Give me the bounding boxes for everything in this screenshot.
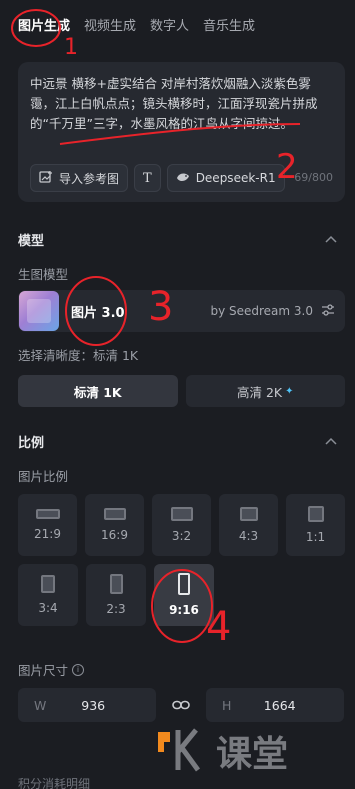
ratio-grid: 21:9 16:9 3:2 4:3 1:1 3:4 2:3 9:16 xyxy=(18,494,345,634)
ratio-1-1-shape xyxy=(307,506,324,522)
ratio-option-4-3[interactable]: 4:3 xyxy=(219,494,278,556)
ratio-2-3-shape xyxy=(109,574,123,594)
text-tool-icon: T xyxy=(143,170,152,186)
settings-sliders-icon[interactable] xyxy=(321,303,335,319)
tab-music-generation[interactable]: 音乐生成 xyxy=(203,15,255,34)
ratio-9-16-label: 9:16 xyxy=(169,603,199,617)
width-axis-label: W xyxy=(34,697,47,713)
ratio-9-16-shape xyxy=(178,573,190,595)
resolution-options: 标清 1K 高清 2K ✦ xyxy=(18,375,345,407)
ratio-row: 3:4 2:3 9:16 xyxy=(18,564,345,626)
watermark-logo: 课堂 xyxy=(158,724,348,784)
image-upload-icon xyxy=(39,170,53,187)
link-icon[interactable] xyxy=(168,700,194,710)
prompt-toolbar: 导入参考图 T Deepseek-R1 xyxy=(30,164,285,192)
ratio-option-16-9[interactable]: 16:9 xyxy=(85,494,144,556)
points-detail-link[interactable]: 积分消耗明细 xyxy=(18,775,90,789)
ratio-3-4-label: 3:4 xyxy=(38,601,58,615)
height-input[interactable]: H 1664 xyxy=(206,688,344,722)
mode-tabs: 图片生成 视频生成 数字人 音乐生成 xyxy=(0,0,355,48)
ratio-1-1-label: 1:1 xyxy=(305,530,326,544)
deepseek-model-label: Deepseek-R1 xyxy=(195,171,276,185)
ratio-sub-label: 图片比例 xyxy=(18,469,69,484)
ratio-3-2-label: 3:2 xyxy=(171,529,192,543)
prompt-card: 中远景 横移+虚实结合 对岸村落炊烟融入淡紫色雾霭，江上白帆点点；镜头横移时，江… xyxy=(18,62,345,202)
resolution-1k-label: 标清 1K xyxy=(73,384,122,400)
ratio-16-9-shape xyxy=(103,508,126,520)
deepseek-whale-icon xyxy=(176,171,190,186)
model-provider: by Seedream 3.0 xyxy=(210,303,335,319)
sparkle-icon: ✦ xyxy=(285,385,294,397)
chevron-up-icon xyxy=(325,233,337,246)
model-name: 图片 3.0 xyxy=(71,305,125,321)
model-section-title: 模型 xyxy=(18,234,45,249)
ratio-3-4-shape xyxy=(41,575,55,593)
ratio-4-3-shape xyxy=(239,507,258,521)
model-sub-label: 生图模型 xyxy=(18,267,69,282)
ratio-option-3-2[interactable]: 3:2 xyxy=(152,494,211,556)
width-value: 936 xyxy=(81,697,106,713)
ratio-option-2-3[interactable]: 2:3 xyxy=(86,564,146,626)
ratio-2-3-label: 2:3 xyxy=(106,602,126,616)
resolution-2k-label: 高清 2K xyxy=(236,384,283,400)
char-counter: 69/800 xyxy=(294,171,333,184)
ratio-row: 21:9 16:9 3:2 4:3 1:1 xyxy=(18,494,345,556)
ratio-3-2-shape xyxy=(170,507,193,521)
model-provider-label: by Seedream 3.0 xyxy=(210,304,313,318)
height-value: 1664 xyxy=(263,697,296,713)
ratio-4-3-label: 4:3 xyxy=(238,529,259,543)
ratio-21-9-label: 21:9 xyxy=(34,527,61,541)
ratio-16-9-label: 16:9 xyxy=(101,528,128,542)
text-tool-button[interactable]: T xyxy=(134,164,161,192)
ratio-option-1-1[interactable]: 1:1 xyxy=(286,494,345,556)
upload-reference-label: 导入参考图 xyxy=(59,171,120,186)
resolution-option-2k[interactable]: 高清 2K ✦ xyxy=(185,375,345,407)
size-inputs: W 936 H 1664 xyxy=(18,688,345,722)
prompt-input[interactable]: 中远景 横移+虚实结合 对岸村落炊烟融入淡紫色雾霭，江上白帆点点；镜头横移时，江… xyxy=(30,74,333,134)
size-label-row: 图片尺寸 i xyxy=(18,660,85,679)
height-axis-label: H xyxy=(222,697,232,713)
upload-reference-button[interactable]: 导入参考图 xyxy=(30,164,129,192)
ratio-section-header[interactable]: 比例 xyxy=(18,432,337,451)
ratio-21-9-shape xyxy=(35,509,60,519)
tab-image-generation[interactable]: 图片生成 xyxy=(18,15,70,34)
size-label: 图片尺寸 xyxy=(18,663,69,678)
tab-video-generation[interactable]: 视频生成 xyxy=(84,15,136,34)
ratio-option-9-16[interactable]: 9:16 xyxy=(154,564,214,626)
ratio-section-title: 比例 xyxy=(18,436,45,451)
ratio-option-21-9[interactable]: 21:9 xyxy=(18,494,77,556)
watermark-text: 课堂 xyxy=(216,734,288,775)
chevron-up-icon xyxy=(325,435,337,448)
ratio-option-3-4[interactable]: 3:4 xyxy=(18,564,78,626)
resolution-option-1k[interactable]: 标清 1K xyxy=(18,375,178,407)
model-selector[interactable]: 图片 3.0 by Seedream 3.0 xyxy=(18,290,345,332)
info-icon[interactable]: i xyxy=(72,663,85,676)
width-input[interactable]: W 936 xyxy=(18,688,156,722)
model-thumbnail xyxy=(19,291,59,331)
model-section-header[interactable]: 模型 xyxy=(18,230,337,249)
tab-digital-human[interactable]: 数字人 xyxy=(150,15,189,34)
clarity-label: 选择清晰度：标清 1K xyxy=(18,348,139,363)
deepseek-model-button[interactable]: Deepseek-R1 xyxy=(166,164,285,192)
